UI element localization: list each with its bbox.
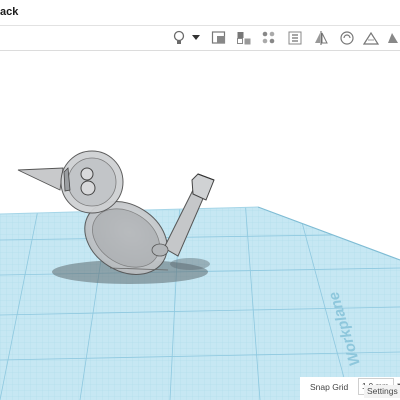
- snap-grid-label: Snap Grid: [310, 382, 349, 392]
- title-bar: ack: [0, 0, 400, 26]
- window-title: ack: [0, 6, 19, 18]
- toolbar: [0, 26, 400, 51]
- ruler-icon[interactable]: [362, 29, 380, 47]
- ungroup-icon[interactable]: [235, 29, 253, 47]
- align-icon[interactable]: [260, 29, 278, 47]
- notes-icon[interactable]: [384, 29, 400, 47]
- dropdown-caret-icon[interactable]: [190, 29, 202, 47]
- cruise-icon[interactable]: [312, 29, 330, 47]
- settings-button[interactable]: Settings: [364, 385, 400, 398]
- mirror-icon[interactable]: [286, 29, 304, 47]
- lightbulb-icon[interactable]: [170, 29, 188, 47]
- 3d-viewport[interactable]: Workplane: [0, 51, 400, 400]
- group-icon[interactable]: [210, 29, 228, 47]
- workplane-icon[interactable]: [338, 29, 356, 47]
- workplane-scene[interactable]: Workplane: [0, 51, 400, 400]
